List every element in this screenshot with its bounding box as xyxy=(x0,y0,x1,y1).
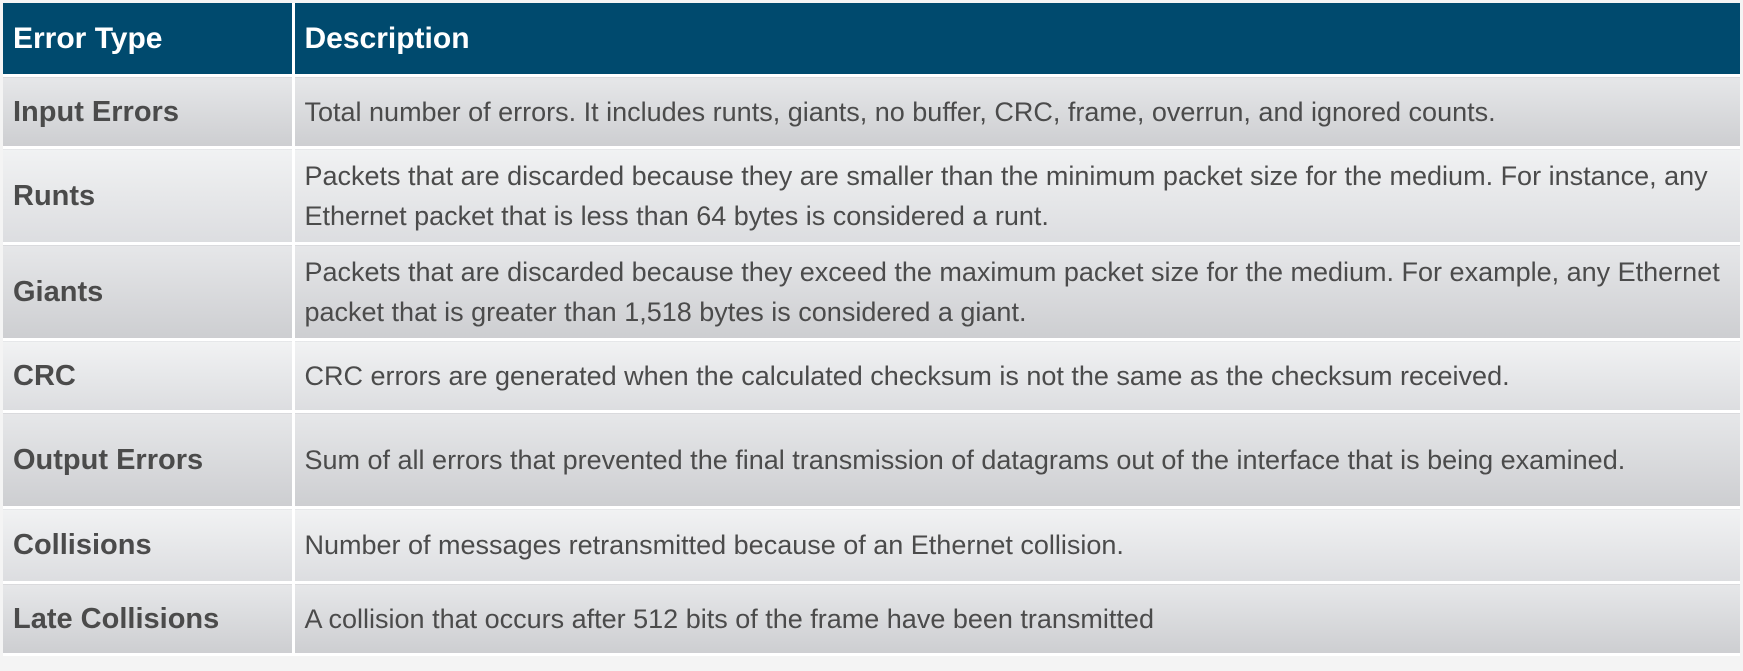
table-row: Runts Packets that are discarded because… xyxy=(3,147,1740,245)
error-type-cell: Giants xyxy=(3,243,295,341)
error-type-cell: Collisions xyxy=(3,507,295,584)
description-cell: Sum of all errors that prevented the fin… xyxy=(293,411,1740,509)
error-type-cell: CRC xyxy=(3,339,295,413)
description-cell: Total number of errors. It includes runt… xyxy=(293,75,1740,149)
description-cell: Packets that are discarded because they … xyxy=(293,243,1740,341)
table-header-row: Error Type Description xyxy=(3,3,1740,77)
description-cell: Number of messages retransmitted because… xyxy=(293,507,1740,584)
table-row: Collisions Number of messages retransmit… xyxy=(3,507,1740,584)
header-error-type: Error Type xyxy=(3,3,295,77)
description-cell: Packets that are discarded because they … xyxy=(293,147,1740,245)
error-type-cell: Input Errors xyxy=(3,75,295,149)
table-row: Giants Packets that are discarded becaus… xyxy=(3,243,1740,341)
error-type-cell: Late Collisions xyxy=(3,582,295,656)
table-row: Input Errors Total number of errors. It … xyxy=(3,75,1740,149)
table-row: CRC CRC errors are generated when the ca… xyxy=(3,339,1740,413)
description-cell: CRC errors are generated when the calcul… xyxy=(293,339,1740,413)
header-description: Description xyxy=(293,3,1740,77)
error-types-table-container: Error Type Description Input Errors Tota… xyxy=(3,3,1740,656)
error-type-cell: Runts xyxy=(3,147,295,245)
table-row: Late Collisions A collision that occurs … xyxy=(3,582,1740,656)
error-type-cell: Output Errors xyxy=(3,411,295,509)
description-cell: A collision that occurs after 512 bits o… xyxy=(293,582,1740,656)
error-types-table: Error Type Description Input Errors Tota… xyxy=(3,3,1740,656)
table-row: Output Errors Sum of all errors that pre… xyxy=(3,411,1740,509)
